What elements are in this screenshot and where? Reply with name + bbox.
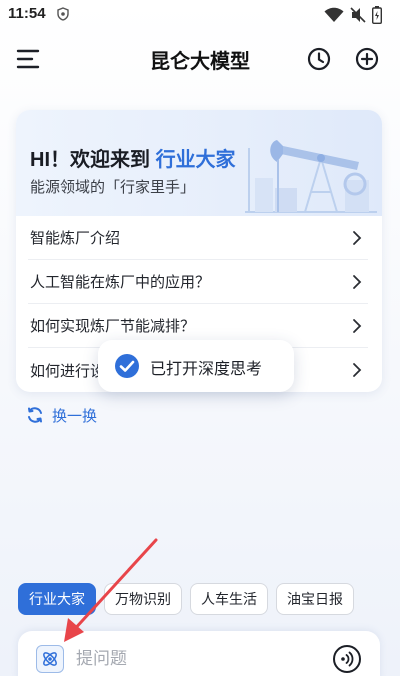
question-item[interactable]: 智能炼厂介绍 <box>28 216 368 260</box>
mute-icon <box>350 7 366 23</box>
question-label: 人工智能在炼厂中的应用？ <box>30 274 211 291</box>
status-icons <box>324 6 382 24</box>
welcome-greeting: HI！欢迎来到 行业大家 <box>30 143 236 172</box>
chip-daily-report[interactable]: 油宝日报 <box>276 583 354 615</box>
welcome-banner: HI！欢迎来到 行业大家 能源领域的「行家里手」 <box>16 110 382 216</box>
chevron-right-icon <box>353 275 362 289</box>
chevron-right-icon <box>353 319 362 333</box>
oil-pump-icon <box>245 140 377 213</box>
chevron-right-icon <box>353 363 362 377</box>
chip-industry-expert[interactable]: 行业大家 <box>18 583 96 615</box>
status-time: 11:54 <box>8 5 46 22</box>
refresh-button[interactable]: 换一换 <box>26 404 97 426</box>
check-circle-icon <box>115 354 139 378</box>
shield-icon <box>57 7 69 21</box>
chevron-right-icon <box>353 231 362 245</box>
welcome-subtitle: 能源领域的「行家里手」 <box>30 179 196 196</box>
page-title: 昆仑大模型 <box>150 51 250 73</box>
greeting-prefix: HI！欢迎来到 <box>30 149 150 171</box>
mode-chips: 行业大家 万物识别 人车生活 油宝日报 <box>18 583 354 615</box>
deep-think-toast: 已打开深度思考 <box>98 340 294 392</box>
greeting-highlight: 行业大家 <box>155 149 236 171</box>
history-clock-icon[interactable] <box>306 46 332 72</box>
atom-icon <box>43 652 57 666</box>
battery-icon <box>372 6 382 24</box>
status-bar: 11:54 <box>0 0 400 30</box>
voice-wave-icon[interactable] <box>332 644 362 674</box>
question-label: 智能炼厂介绍 <box>30 230 121 247</box>
top-bar: 昆仑大模型 <box>0 38 400 82</box>
wifi-icon <box>324 7 344 22</box>
input-bar <box>18 631 380 676</box>
refresh-icon <box>28 407 42 423</box>
chip-object-recognition[interactable]: 万物识别 <box>104 583 182 615</box>
add-circle-icon[interactable] <box>354 46 380 72</box>
toast-text: 已打开深度思考 <box>150 361 263 378</box>
question-label: 如何实现炼厂节能减排？ <box>30 318 196 335</box>
deep-think-button[interactable] <box>36 645 64 673</box>
question-label: 如何进行设 <box>30 362 106 380</box>
question-input[interactable] <box>76 643 316 675</box>
refresh-label: 换一换 <box>52 407 98 425</box>
chip-car-life[interactable]: 人车生活 <box>190 583 268 615</box>
question-item[interactable]: 人工智能在炼厂中的应用？ <box>28 260 368 304</box>
